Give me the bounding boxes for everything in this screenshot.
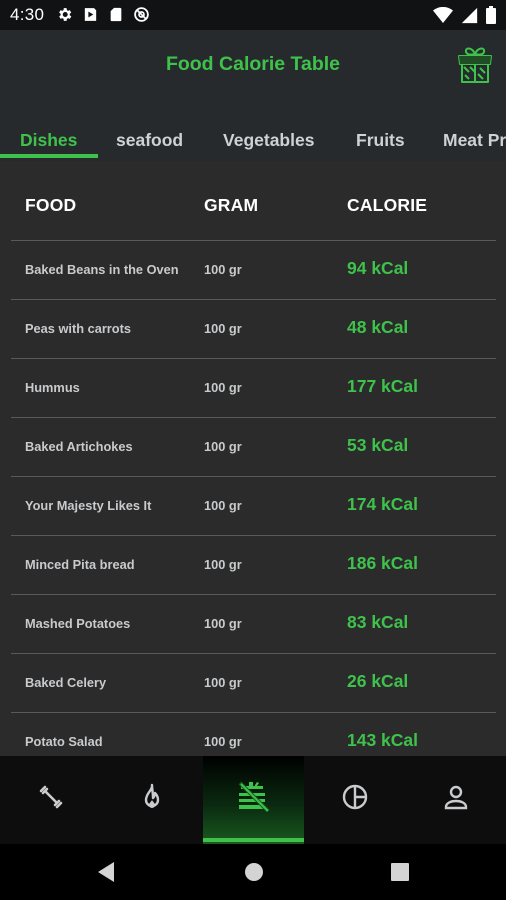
food-calorie: 143 kCal [347, 730, 419, 750]
play-icon [84, 8, 97, 21]
home-icon[interactable] [244, 861, 264, 883]
table-row[interactable]: Your Majesty Likes It 100 gr 174 kCal [0, 477, 506, 536]
food-name: Potato Salad [25, 734, 103, 749]
food-gram: 100 gr [204, 380, 242, 395]
dumbbell-icon [39, 785, 62, 809]
system-navigation-bar [0, 844, 506, 900]
nav-calorie-table[interactable] [203, 756, 304, 844]
recents-icon[interactable] [390, 861, 410, 883]
food-calorie: 186 kCal [347, 553, 419, 573]
food-table-icon [238, 781, 269, 813]
table-row[interactable]: Mashed Potatoes 100 gr 83 kCal [0, 595, 506, 654]
food-gram: 100 gr [204, 439, 242, 454]
food-name: Baked Beans in the Oven [25, 262, 179, 277]
status-system-icons [433, 6, 496, 24]
signal-icon [461, 7, 478, 23]
tab-seafood[interactable]: seafood [116, 130, 183, 151]
food-name: Mashed Potatoes [25, 616, 131, 631]
sd-card-icon [110, 7, 122, 22]
food-name: Baked Artichokes [25, 439, 133, 454]
food-name: Peas with carrots [25, 321, 131, 336]
tab-dishes[interactable]: Dishes [20, 130, 77, 151]
tab-meat-products[interactable]: Meat Pr [443, 130, 506, 151]
table-row[interactable]: Peas with carrots 100 gr 48 kCal [0, 300, 506, 359]
bottom-navigation [0, 756, 506, 844]
gear-icon [59, 8, 72, 21]
tab-vegetables[interactable]: Vegetables [223, 130, 314, 151]
gift-icon[interactable] [454, 44, 496, 86]
food-calorie: 94 kCal [347, 258, 409, 278]
page-title: Food Calorie Table [165, 53, 341, 75]
food-calorie: 53 kCal [347, 435, 409, 455]
food-name: Baked Celery [25, 675, 107, 690]
calorie-table[interactable]: FOOD GRAM CALORIE Baked Beans in the Ove… [0, 161, 506, 756]
food-name: Hummus [25, 380, 80, 395]
flame-icon [144, 783, 159, 808]
status-bar: 4:30 [0, 0, 506, 30]
nav-profile[interactable] [405, 756, 506, 844]
food-gram: 100 gr [204, 675, 242, 690]
food-gram: 100 gr [204, 616, 242, 631]
food-calorie: 48 kCal [347, 317, 409, 337]
person-icon [444, 785, 467, 810]
table-row[interactable]: Baked Beans in the Oven 100 gr 94 kCal [0, 241, 506, 300]
at-sign-icon [134, 7, 149, 22]
food-gram: 100 gr [204, 321, 242, 336]
food-name: Your Majesty Likes It [25, 498, 152, 513]
food-calorie: 26 kCal [347, 671, 409, 691]
status-notification-icons [56, 6, 150, 23]
back-icon[interactable] [96, 861, 116, 883]
food-calorie: 83 kCal [347, 612, 409, 632]
column-header-food: FOOD [25, 195, 77, 215]
table-header: FOOD GRAM CALORIE [0, 161, 506, 241]
pie-chart-icon [342, 784, 367, 810]
active-tab-indicator [0, 154, 98, 158]
table-row[interactable]: Potato Salad 100 gr 143 kCal [0, 713, 506, 756]
food-calorie: 174 kCal [347, 494, 419, 514]
nav-workouts[interactable] [0, 756, 101, 844]
food-name: Minced Pita bread [25, 557, 135, 572]
column-header-gram: GRAM [204, 195, 259, 215]
table-row[interactable]: Baked Artichokes 100 gr 53 kCal [0, 418, 506, 477]
active-nav-indicator [203, 838, 304, 842]
food-gram: 100 gr [204, 734, 242, 749]
table-row[interactable]: Minced Pita bread 100 gr 186 kCal [0, 536, 506, 595]
food-gram: 100 gr [204, 557, 242, 572]
table-row[interactable]: Hummus 100 gr 177 kCal [0, 359, 506, 418]
food-gram: 100 gr [204, 498, 242, 513]
nav-calories-burned[interactable] [101, 756, 202, 844]
wifi-icon [433, 6, 453, 23]
column-header-calorie: CALORIE [347, 195, 428, 215]
food-gram: 100 gr [204, 262, 242, 277]
food-calorie: 177 kCal [347, 376, 419, 396]
battery-icon [486, 6, 496, 24]
tab-fruits[interactable]: Fruits [356, 130, 405, 151]
table-row[interactable]: Baked Celery 100 gr 26 kCal [0, 654, 506, 713]
nav-statistics[interactable] [304, 756, 405, 844]
status-time: 4:30 [10, 5, 45, 24]
